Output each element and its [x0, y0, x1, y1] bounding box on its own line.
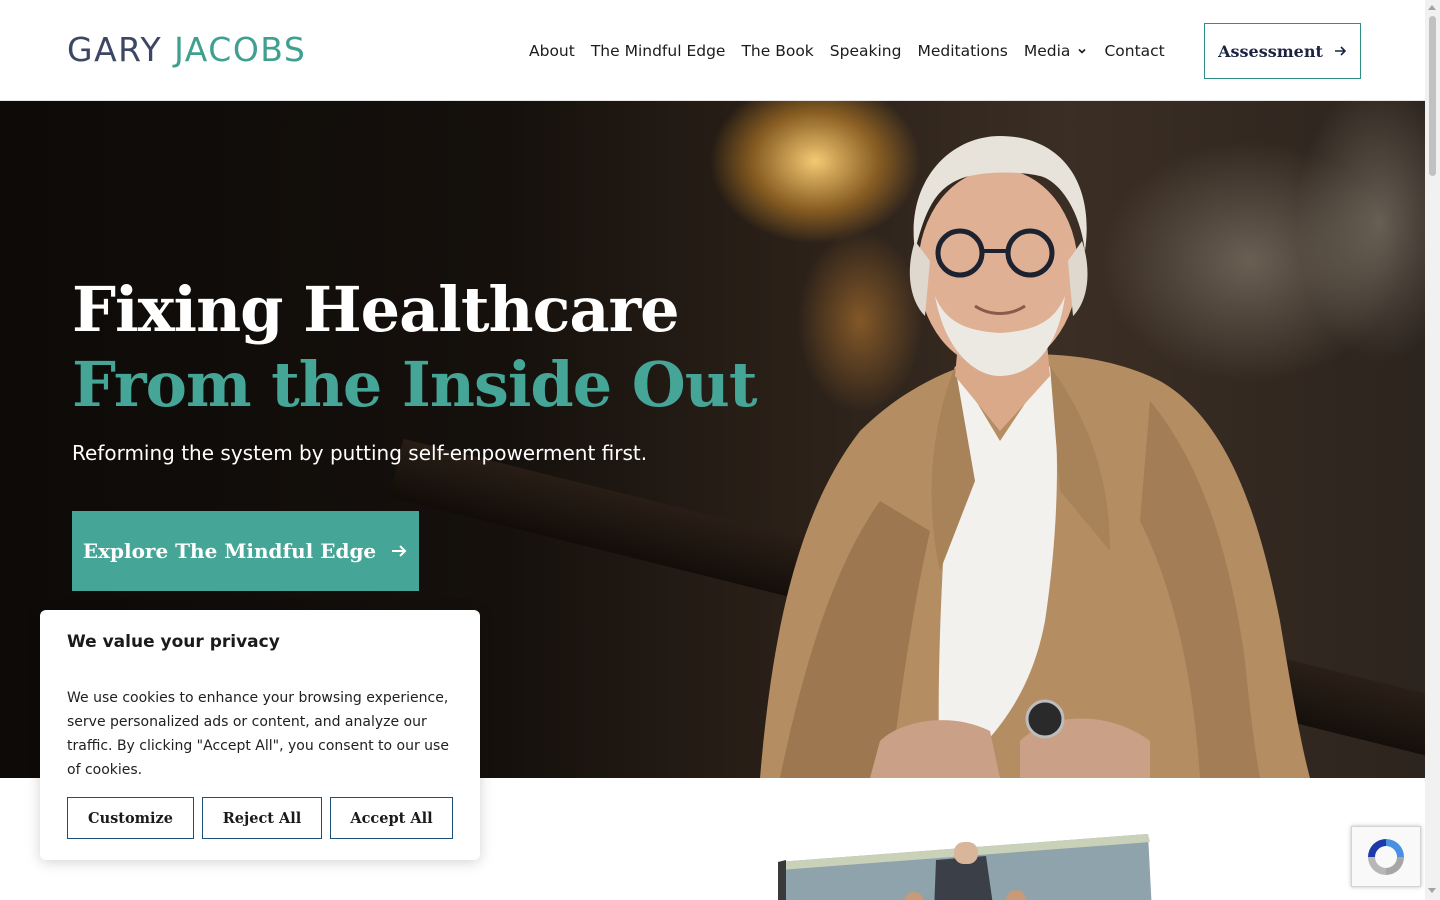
cookie-title: We value your privacy [67, 632, 280, 652]
recaptcha-icon [1368, 838, 1404, 875]
logo-last-name: JACOBS [174, 30, 307, 69]
customize-button[interactable]: Customize [67, 797, 194, 839]
hero-title-line-1: Fixing Healthcare [72, 273, 680, 346]
nav-item-label: About [529, 42, 575, 60]
book-cover-image [778, 834, 1152, 900]
recaptcha-badge[interactable] [1351, 826, 1421, 887]
nav-item-media[interactable]: Media [1016, 40, 1097, 62]
accept-all-button[interactable]: Accept All [330, 797, 453, 839]
site-logo[interactable]: GARY JACOBS [67, 30, 306, 69]
site-header: GARY JACOBS About The Mindful Edge The B… [0, 0, 1425, 101]
main-nav: About The Mindful Edge The Book Speaking… [521, 40, 1173, 62]
nav-item-label: Media [1023, 42, 1071, 60]
assessment-button[interactable]: Assessment [1204, 23, 1361, 79]
scrollbar-thumb[interactable] [1429, 16, 1436, 176]
nav-item-contact[interactable]: Contact [1096, 40, 1172, 62]
nav-item-label: The Mindful Edge [590, 42, 726, 60]
nav-item-mindful-edge[interactable]: The Mindful Edge [583, 40, 734, 62]
nav-item-the-book[interactable]: The Book [733, 40, 821, 62]
nav-item-label: Speaking [829, 42, 902, 60]
nav-item-label: The Book [741, 42, 814, 60]
cookie-consent-panel: We value your privacy We use cookies to … [40, 610, 480, 860]
page-scrollbar[interactable] [1425, 0, 1440, 900]
hero-subtitle: Reforming the system by putting self-emp… [72, 441, 648, 465]
arrow-right-icon [1334, 46, 1347, 56]
nav-item-meditations[interactable]: Meditations [909, 40, 1015, 62]
chevron-down-icon [1078, 48, 1087, 54]
arrow-right-icon [392, 545, 407, 557]
explore-mindful-edge-button[interactable]: Explore The Mindful Edge [72, 511, 419, 591]
nav-item-label: Meditations [917, 42, 1008, 60]
nav-item-speaking[interactable]: Speaking [822, 40, 910, 62]
explore-button-label: Explore The Mindful Edge [82, 539, 377, 563]
scroll-down-arrow-icon[interactable] [1428, 888, 1436, 893]
nav-item-about[interactable]: About [521, 40, 583, 62]
assessment-button-label: Assessment [1218, 41, 1323, 61]
nav-item-label: Contact [1104, 42, 1165, 60]
logo-first-name: GARY [67, 30, 163, 69]
cookie-description: We use cookies to enhance your browsing … [67, 690, 449, 778]
reject-all-button[interactable]: Reject All [202, 797, 322, 839]
hero-title-line-2: From the Inside Out [72, 348, 758, 421]
scroll-up-arrow-icon[interactable] [1428, 5, 1436, 10]
